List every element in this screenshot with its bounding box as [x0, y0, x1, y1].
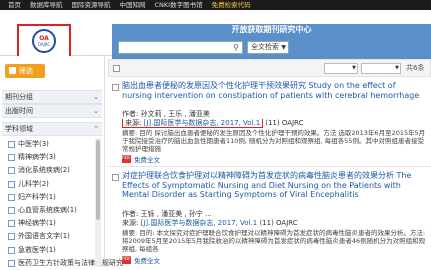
topnav-free-search-code[interactable]: 免费检索代码 [212, 0, 251, 10]
result-abstract: 摘要: 目的: 本文探究对症护理联合饮食护理对以精神障碍为首发症状的病毒性脑炎患… [122, 229, 426, 254]
section-subject[interactable]: 学科领域 ⌃ [2, 122, 102, 136]
section-journal-group[interactable]: 期刊分组 ⌄ [2, 90, 102, 104]
sort-select[interactable]: ▼ [324, 63, 358, 74]
source-link[interactable]: [J].国际医学与数据杂志, 2017, Vol.1 [144, 119, 261, 127]
page-size-select[interactable]: ▼ [361, 63, 401, 74]
logo-subtext: OAJRC [37, 42, 51, 47]
result-item: 对症护理联合饮食护理对以精神障碍为首发症状的病毒性脑炎患者的效果分析 The E… [108, 171, 431, 267]
topnav-cnki[interactable]: 中国知网 [120, 0, 146, 10]
search-type-value: 全文检索 [251, 43, 279, 51]
checkbox[interactable] [8, 167, 15, 175]
subject-label: 妇产科学(1) [18, 192, 56, 201]
topnav-home[interactable]: 首页 [8, 0, 21, 10]
scrollbar-thumb[interactable] [96, 140, 100, 220]
checkbox[interactable] [8, 154, 15, 162]
chevron-down-icon: ⌄ [93, 107, 99, 115]
result-source: 来源: [J].国际医学与数据杂志, 2017, Vol.1 (11) OAJRC [122, 119, 428, 128]
search-type-select[interactable]: 全文检索 ▼ [247, 41, 289, 54]
sidebar-scrollbar[interactable] [95, 138, 101, 267]
subject-label: 外国语言文字(1) [18, 232, 70, 241]
result-abstract: 摘要: 目的 探讨脑出血患者便秘的发生原因及个性化护理干预的效果。方法 选取20… [122, 129, 426, 154]
subject-label: 儿科学(2) [18, 179, 49, 188]
logo-text: OA [39, 35, 49, 42]
chevron-down-icon: ▼ [395, 65, 399, 71]
checkbox[interactable] [8, 193, 15, 201]
logo-seal-icon: OA OAJRC [32, 29, 56, 53]
checkbox[interactable] [8, 259, 15, 267]
topnav-intl-resources[interactable]: 国际资源导航 [72, 0, 111, 10]
pdf-icon: PDF [122, 256, 131, 264]
chevron-down-icon: ▼ [352, 65, 356, 71]
subject-item[interactable]: 心血管系统疾病(1) [2, 204, 102, 217]
subject-label: 心血管系统疾病(1) [18, 206, 77, 215]
subject-item[interactable]: 中医学(3) [2, 138, 102, 151]
source-link[interactable]: [J].国际医学与数据杂志, 2017, Vol.1 [141, 219, 258, 227]
search-icon[interactable]: ⚲ [230, 42, 242, 53]
result-source: 来源: [J].国际医学与数据杂志, 2017, Vol.1 (11) OAJR… [122, 219, 428, 228]
section-label: 学科领域 [5, 125, 33, 133]
checkbox[interactable] [8, 220, 15, 228]
free-fulltext-link[interactable]: PDF 免费全文 [122, 154, 160, 164]
subject-list: 中医学(3) 精神病学(3) 消化系统疾病(2) 儿科学(2) 妇产科学(1) … [2, 138, 123, 270]
subject-label: 中医学(3) [18, 140, 49, 149]
chevron-down-icon: ⌄ [93, 93, 99, 101]
subject-item[interactable]: 医药卫生方针政策与法律法规研究 [2, 257, 123, 270]
subject-label: 神经病学(1) [18, 219, 56, 228]
checkbox[interactable] [8, 207, 15, 215]
result-authors[interactable]: 作者: 孙文莉 , 王乐 , 潘亚美 [122, 110, 428, 119]
site-logo[interactable]: OA OAJRC [17, 24, 71, 58]
subject-item[interactable]: 精神病学(3) [2, 151, 102, 164]
free-fulltext-link[interactable]: PDF 免费全文 [122, 255, 160, 265]
subject-item[interactable]: 妇产科学(1) [2, 191, 102, 204]
source-label: 来源: [122, 219, 139, 227]
filter-label: 筛选 [19, 67, 33, 75]
search-box: ⚲ [118, 41, 243, 54]
result-authors[interactable]: 作者: 王铄 , 潘亚美 , 孙宁 ... [122, 210, 428, 219]
subject-label: 精神病学(3) [18, 153, 56, 162]
section-label: 期刊分组 [5, 93, 33, 101]
chevron-down-icon: ▼ [281, 44, 286, 51]
header: OA OAJRC 开放获取期刊研究中心 ⚲ 全文检索 ▼ [0, 10, 431, 62]
subject-item[interactable]: 急救医学(1) [2, 244, 102, 257]
source-label: 来源: [125, 119, 142, 127]
section-publish-time[interactable]: 出版时间 ⌄ [2, 104, 102, 118]
source-tail: (11) OAJRC [259, 219, 298, 227]
checkbox[interactable] [8, 233, 15, 241]
results-panel: ▼ ▼ 共6条 脑出血患者便秘的发原因及个性化护理干预效果研究 Study on… [108, 56, 431, 267]
sidebar: 筛选 期刊分组 ⌄ 出版时间 ⌄ 学科领域 ⌃ 中医学(3) 精神病学(3) 消化系统… [0, 56, 123, 270]
topnav-database-nav[interactable]: 数据库导航 [30, 0, 63, 10]
results-toolbar: ▼ ▼ 共6条 [108, 59, 431, 77]
center-title: 开放获取期刊研究中心 [231, 25, 312, 34]
checkbox[interactable] [8, 246, 15, 254]
source-tail: (11) OAJRC [265, 119, 304, 127]
free-fulltext-label: 免费全文 [134, 156, 160, 164]
result-title[interactable]: 对症护理联合饮食护理对以精神障碍为首发症状的病毒性脑炎患者的效果分析 The E… [122, 171, 422, 200]
topnav-cnki-library[interactable]: CNKI数字图书馆 [155, 0, 203, 10]
checkbox[interactable] [8, 180, 15, 188]
select-all-checkbox[interactable] [113, 65, 120, 72]
top-navigation-bar: 首页 数据库导航 国际资源导航 中国知网 CNKI数字图书馆 免费检索代码 [0, 0, 431, 10]
filter-button[interactable]: 筛选 [5, 64, 45, 78]
subject-item[interactable]: 神经病学(1) [2, 217, 102, 230]
chevron-up-icon: ⌃ [93, 125, 99, 133]
section-label: 出版时间 [5, 107, 33, 115]
subject-label: 急救医学(1) [18, 245, 56, 254]
filter-icon [9, 66, 16, 74]
checkbox[interactable] [8, 141, 15, 149]
result-count: 共6条 [406, 64, 425, 72]
result-checkbox[interactable] [112, 84, 119, 91]
pdf-icon: PDF [122, 155, 131, 163]
subject-label: 消化系统疾病(2) [18, 166, 70, 175]
free-fulltext-label: 免费全文 [134, 257, 160, 265]
subject-item[interactable]: 儿科学(2) [2, 178, 102, 191]
divider [108, 166, 431, 167]
result-title[interactable]: 脑出血患者便秘的发原因及个性化护理干预效果研究 Study on the eff… [122, 81, 422, 100]
subject-item[interactable]: 外国语言文字(1) [2, 230, 102, 243]
search-input[interactable] [119, 42, 230, 53]
subject-item[interactable]: 消化系统疾病(2) [2, 164, 102, 177]
result-checkbox[interactable] [112, 174, 119, 181]
